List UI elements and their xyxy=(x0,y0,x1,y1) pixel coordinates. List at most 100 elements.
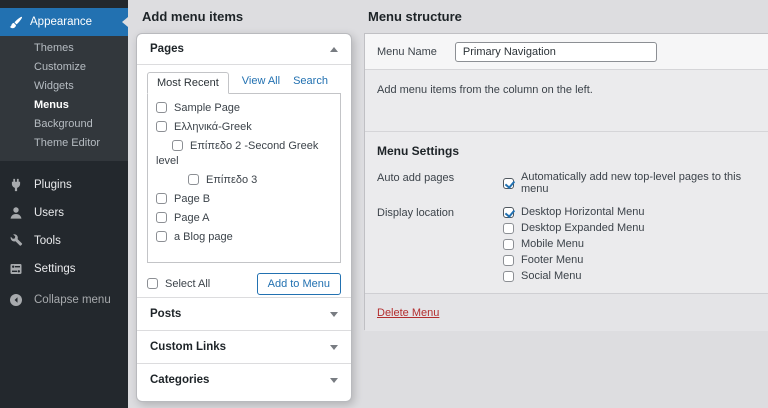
appearance-submenu: Themes Customize Widgets Menus Backgroun… xyxy=(0,36,128,161)
collapse-arrow-icon xyxy=(9,293,23,307)
select-all-label: Select All xyxy=(165,278,210,290)
appearance-brush-icon xyxy=(9,16,22,29)
page-checkbox-item[interactable]: Επίπεδο 2 -Second Greek level xyxy=(148,137,340,171)
sidebar-item-label: Plugins xyxy=(34,179,72,191)
page-checkbox-item[interactable]: a Blog page xyxy=(148,228,340,247)
chevron-down-icon xyxy=(330,312,338,317)
checkbox[interactable] xyxy=(172,140,183,151)
tab-most-recent[interactable]: Most Recent xyxy=(147,72,229,94)
delete-menu-link[interactable]: Delete Menu xyxy=(377,307,439,319)
checkbox[interactable] xyxy=(188,174,199,185)
checkbox[interactable] xyxy=(156,193,167,204)
sidebar-item-settings[interactable]: Settings xyxy=(0,255,128,283)
location-option-desktop-expanded[interactable]: Desktop Expanded Menu xyxy=(503,222,645,234)
chevron-down-icon xyxy=(330,378,338,383)
sidebar-item-tools[interactable]: Tools xyxy=(0,227,128,255)
menu-structure-column: Menu structure Menu Name Add menu items … xyxy=(360,0,768,408)
display-location-label: Display location xyxy=(377,206,503,286)
sidebar-item-widgets[interactable]: Widgets xyxy=(0,77,128,96)
wordpress-menus-screen: Appearance Themes Customize Widgets Menu… xyxy=(0,0,768,408)
menu-structure-panel: Menu Name Add menu items from the column… xyxy=(364,33,768,330)
section-title: Categories xyxy=(150,374,209,386)
drag-instructions: Add menu items from the column on the le… xyxy=(365,70,768,131)
page-checkbox-item[interactable]: Ελληνικά-Greek xyxy=(148,118,340,137)
pages-tabs: Most Recent View All Search xyxy=(147,69,341,93)
pages-checklist: Sample Page Ελληνικά-Greek Επίπεδο 2 -Se… xyxy=(147,93,341,263)
page-item-label: Page B xyxy=(174,193,210,205)
page-checkbox-item[interactable]: Page A xyxy=(148,209,340,228)
menu-settings-section: Menu Settings Auto add pages Automatical… xyxy=(365,131,768,293)
chevron-down-icon xyxy=(330,345,338,350)
add-menu-items-title: Add menu items xyxy=(128,0,360,24)
checkbox[interactable] xyxy=(503,255,514,266)
add-menu-items-column: Add menu items Pages Most Recent View Al… xyxy=(128,0,360,408)
sidebar-item-label: Users xyxy=(34,207,64,219)
checkbox[interactable] xyxy=(503,207,514,218)
page-checkbox-item[interactable]: Sample Page xyxy=(148,99,340,118)
page-item-label: Επίπεδο 3 xyxy=(206,174,257,186)
select-all-checkbox[interactable]: Select All xyxy=(147,278,210,290)
checkbox[interactable] xyxy=(503,271,514,282)
tab-search[interactable]: Search xyxy=(293,75,328,93)
panel-footer: Delete Menu xyxy=(365,293,768,331)
location-option-footer[interactable]: Footer Menu xyxy=(503,254,645,266)
collapse-menu-label: Collapse menu xyxy=(34,294,111,306)
sidebar-item-plugins[interactable]: Plugins xyxy=(0,171,128,199)
sidebar-item-label: Appearance xyxy=(30,16,92,28)
tab-view-all[interactable]: View All xyxy=(242,75,280,93)
accordion-card: Pages Most Recent View All Search Sample… xyxy=(136,33,352,402)
checkbox[interactable] xyxy=(156,212,167,223)
page-checkbox-item[interactable]: Επίπεδο 3 xyxy=(148,171,340,190)
accordion-section-categories[interactable]: Categories xyxy=(137,363,351,396)
option-label: Social Menu xyxy=(521,270,582,282)
collapse-menu-button[interactable]: Collapse menu xyxy=(0,286,128,314)
checkbox[interactable] xyxy=(156,121,167,132)
menu-structure-title: Menu structure xyxy=(360,0,768,24)
accordion-section-pages[interactable]: Pages xyxy=(137,34,351,64)
sidebar-item-label: Settings xyxy=(34,263,76,275)
checkbox[interactable] xyxy=(156,231,167,242)
sidebar-item-menus[interactable]: Menus xyxy=(0,96,128,115)
location-option-social[interactable]: Social Menu xyxy=(503,270,645,282)
tools-icon xyxy=(9,234,23,248)
display-location-row: Display location Desktop Horizontal Menu… xyxy=(377,206,756,286)
auto-add-pages-label: Auto add pages xyxy=(377,171,503,199)
sidebar-item-theme-editor[interactable]: Theme Editor xyxy=(0,134,128,153)
option-label: Desktop Expanded Menu xyxy=(521,222,645,234)
location-option-mobile[interactable]: Mobile Menu xyxy=(503,238,645,250)
sidebar-item-users[interactable]: Users xyxy=(0,199,128,227)
admin-sidebar: Appearance Themes Customize Widgets Menu… xyxy=(0,0,128,408)
sidebar-item-themes[interactable]: Themes xyxy=(0,39,128,58)
sidebar-item-appearance[interactable]: Appearance xyxy=(0,8,128,36)
option-label: Footer Menu xyxy=(521,254,583,266)
add-to-menu-button[interactable]: Add to Menu xyxy=(257,273,341,295)
sidebar-item-background[interactable]: Background xyxy=(0,115,128,134)
page-item-label: Sample Page xyxy=(174,102,240,114)
sidebar-top-items: Plugins Users Tools xyxy=(0,171,128,314)
checkbox[interactable] xyxy=(147,278,158,289)
checkbox[interactable] xyxy=(503,178,514,189)
checkbox[interactable] xyxy=(156,102,167,113)
section-title: Pages xyxy=(150,43,184,55)
auto-add-pages-row: Auto add pages Automatically add new top… xyxy=(377,171,756,199)
accordion-section-posts[interactable]: Posts xyxy=(137,297,351,330)
page-checkbox-item[interactable]: Page B xyxy=(148,190,340,209)
auto-add-pages-option[interactable]: Automatically add new top-level pages to… xyxy=(503,171,756,195)
display-location-options: Desktop Horizontal Menu Desktop Expanded… xyxy=(503,206,645,286)
page-item-label: a Blog page xyxy=(174,231,233,243)
section-title: Custom Links xyxy=(150,341,226,353)
accordion-section-custom-links[interactable]: Custom Links xyxy=(137,330,351,363)
sidebar-item-label: Tools xyxy=(34,235,61,247)
sidebar-item-customize[interactable]: Customize xyxy=(0,58,128,77)
checkbox[interactable] xyxy=(503,223,514,234)
pages-section-body: Most Recent View All Search Sample Page … xyxy=(137,64,351,297)
menu-name-bar: Menu Name xyxy=(365,34,768,70)
menu-settings-title: Menu Settings xyxy=(377,144,756,158)
menu-name-input[interactable] xyxy=(455,42,657,62)
chevron-up-icon xyxy=(330,47,338,52)
location-option-desktop-horizontal[interactable]: Desktop Horizontal Menu xyxy=(503,206,645,218)
option-label: Mobile Menu xyxy=(521,238,584,250)
checkbox[interactable] xyxy=(503,239,514,250)
section-title: Posts xyxy=(150,308,181,320)
select-all-row: Select All Add to Menu xyxy=(147,271,341,297)
